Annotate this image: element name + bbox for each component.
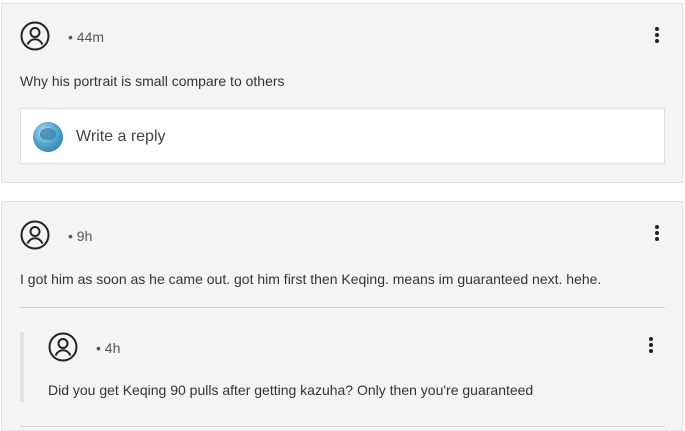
more-vertical-icon[interactable] — [652, 25, 662, 45]
reply-placeholder: Write a reply — [76, 128, 166, 145]
comment-card: • 9h I got him as soon as he came out. g… — [1, 201, 683, 431]
comment-timestamp: • 9h — [68, 228, 93, 244]
reply-input[interactable]: Write a reply — [20, 108, 665, 164]
reply-text: Did you get Keqing 90 pulls after gettin… — [48, 382, 534, 398]
thread-divider — [20, 426, 665, 427]
more-vertical-icon[interactable] — [652, 223, 662, 243]
user-circle-icon[interactable] — [20, 220, 50, 250]
thread-divider — [20, 307, 665, 308]
comment-card: • 44m Why his portrait is small compare … — [1, 3, 683, 183]
comment-text: Why his portrait is small compare to oth… — [20, 73, 285, 89]
user-circle-icon[interactable] — [48, 332, 78, 362]
reply-timestamp: • 4h — [96, 340, 121, 356]
comment-timestamp: • 44m — [68, 29, 105, 45]
reply-thread-line — [20, 332, 24, 402]
more-vertical-icon[interactable] — [646, 335, 656, 355]
reply-avatar — [33, 122, 63, 152]
user-circle-icon[interactable] — [20, 21, 50, 51]
comment-text: I got him as soon as he came out. got hi… — [20, 271, 602, 287]
